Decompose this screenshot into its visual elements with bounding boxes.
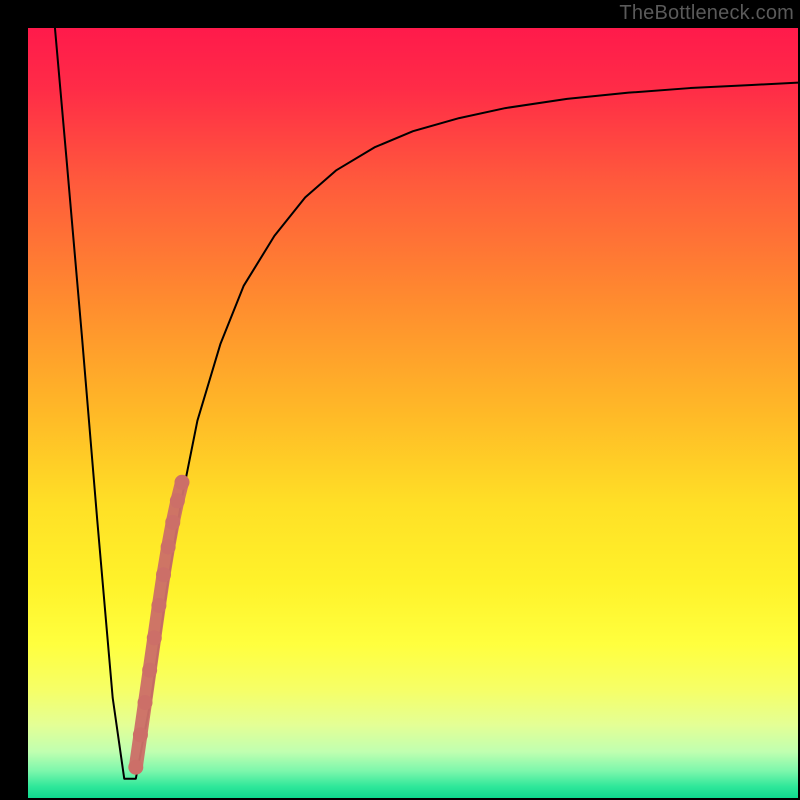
marker-dot bbox=[133, 727, 148, 742]
marker-dot bbox=[161, 539, 176, 554]
marker-dot bbox=[175, 475, 190, 490]
marker-dot bbox=[156, 567, 171, 582]
watermark-label: TheBottleneck.com bbox=[619, 2, 794, 25]
marker-dot bbox=[128, 760, 143, 775]
marker-dot bbox=[165, 515, 180, 530]
marker-dot bbox=[170, 493, 185, 508]
marker-dot bbox=[138, 695, 153, 710]
chart-root: TheBottleneck.com bbox=[0, 0, 800, 800]
marker-dot bbox=[142, 663, 157, 678]
plot-area bbox=[28, 28, 798, 798]
marker-dot bbox=[147, 630, 162, 645]
curve-v-curve bbox=[55, 28, 798, 779]
marker-dot bbox=[151, 598, 166, 613]
chart-svg bbox=[28, 28, 798, 798]
